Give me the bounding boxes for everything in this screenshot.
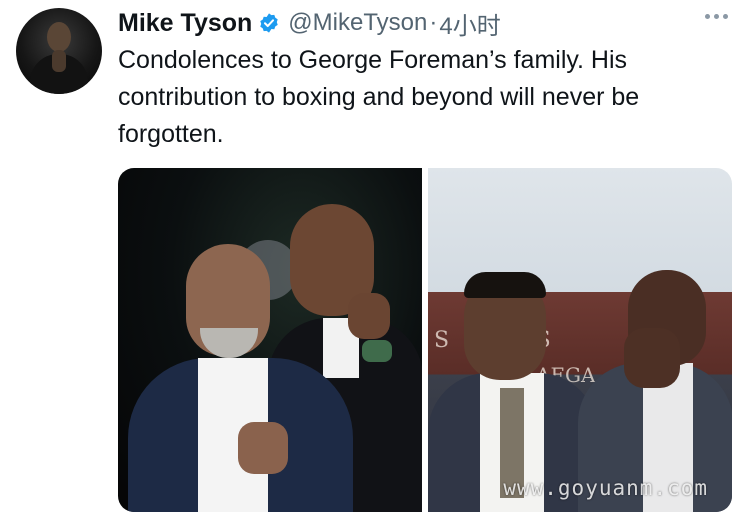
author-handle[interactable]: @MikeTyson	[288, 9, 427, 37]
tweet-header: Mike Tyson @MikeTyson · 4小时	[118, 6, 501, 40]
header-separator: ·	[429, 9, 438, 36]
more-options-icon[interactable]	[705, 14, 728, 19]
author-avatar[interactable]	[16, 8, 102, 94]
avatar-figure-head	[47, 22, 71, 52]
photo-figure	[238, 422, 288, 474]
photo-figure	[362, 340, 392, 362]
watermark: www.goyuanm.com	[503, 476, 708, 500]
media-photo-left[interactable]	[118, 168, 422, 512]
photo-figure	[200, 328, 258, 358]
tweet-text: Condolences to George Foreman’s family. …	[118, 46, 640, 148]
media-photo-right[interactable]: S RS AEGA	[428, 168, 732, 512]
more-dot	[705, 14, 710, 19]
tweet[interactable]: Mike Tyson @MikeTyson · 4小时 Condolences …	[0, 0, 750, 523]
more-dot	[714, 14, 719, 19]
avatar-figure-hands	[52, 50, 66, 72]
tweet-media[interactable]: S RS AEGA www.goyuanm.com	[118, 168, 732, 512]
tweet-timestamp[interactable]: 4小时	[439, 6, 500, 41]
photo-figure	[464, 272, 546, 298]
photo-figure	[348, 293, 390, 339]
author-name[interactable]: Mike Tyson	[118, 9, 252, 38]
verified-badge-icon	[260, 13, 279, 33]
photo-figure	[624, 328, 680, 388]
more-dot	[723, 14, 728, 19]
